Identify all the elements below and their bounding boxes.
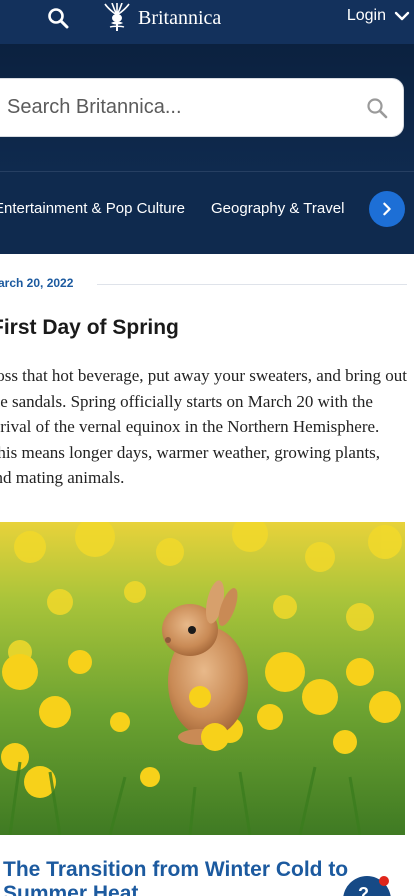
category-geography[interactable]: Geography & Travel — [211, 200, 344, 217]
category-entertainment[interactable]: Entertainment & Pop Culture — [0, 200, 185, 217]
brand-name: Britannica — [138, 6, 222, 29]
help-label: ? — [358, 884, 369, 896]
divider — [97, 284, 407, 285]
login-button[interactable]: Login — [347, 7, 410, 25]
search-box[interactable] — [0, 78, 404, 137]
search-icon[interactable] — [365, 96, 389, 120]
article-date: March 20, 2022 — [0, 276, 74, 290]
article-summary: Toss that hot beverage, put away your sw… — [0, 366, 407, 487]
login-label: Login — [346, 7, 386, 24]
search-icon[interactable] — [47, 7, 69, 29]
rabbit-in-dandelions-image[interactable] — [0, 522, 405, 835]
article-title[interactable]: First Day of Spring — [0, 316, 179, 340]
chevron-right-icon[interactable] — [369, 191, 405, 227]
article-date-row: March 20, 2022 — [0, 276, 414, 292]
thistle-logo-icon — [104, 3, 130, 31]
notification-dot — [379, 876, 389, 886]
category-nav: Entertainment & Pop Culture Geography & … — [0, 171, 414, 254]
chevron-down-icon — [394, 11, 410, 21]
search-section — [0, 44, 414, 171]
search-input[interactable] — [7, 79, 347, 136]
britannica-logo[interactable]: Britannica — [100, 3, 221, 33]
top-header: Britannica Login — [0, 0, 414, 44]
next-article-title[interactable]: The Transition from Winter Cold to Summe… — [3, 858, 393, 896]
